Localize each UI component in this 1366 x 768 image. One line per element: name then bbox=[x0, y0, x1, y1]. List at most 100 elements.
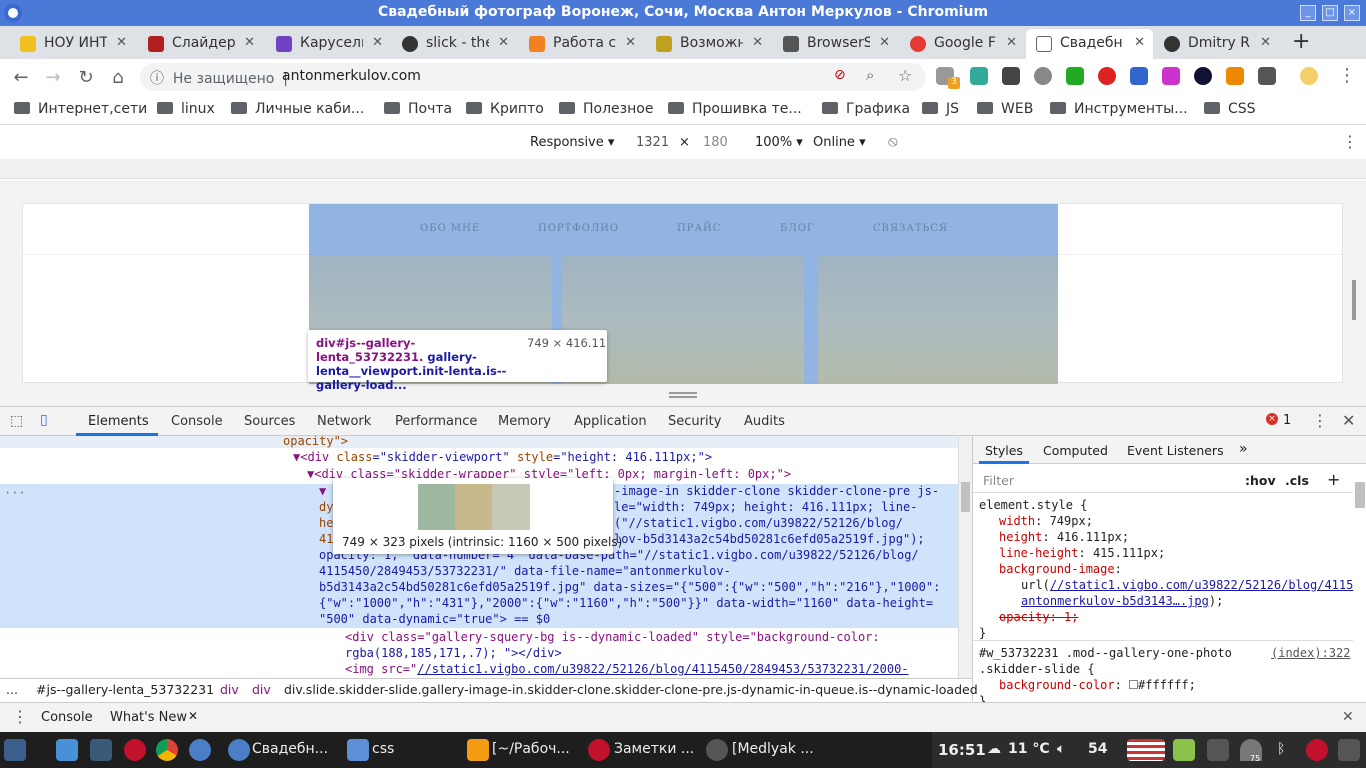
rotate-icon[interactable]: ⦸ bbox=[888, 132, 898, 150]
power-icon[interactable] bbox=[1338, 739, 1360, 761]
bookmark-folder[interactable]: Почта bbox=[384, 101, 452, 117]
device-toggle-icon[interactable]: ▯ bbox=[40, 412, 48, 428]
upload-icon[interactable] bbox=[1130, 67, 1148, 85]
devtools-close-icon[interactable]: ✕ bbox=[1342, 411, 1355, 430]
color-swatch[interactable] bbox=[1129, 680, 1139, 689]
error-icon[interactable]: × bbox=[1266, 413, 1278, 425]
resize-handle-right[interactable] bbox=[1352, 280, 1356, 320]
tab-4[interactable]: slick - the ✕ bbox=[392, 29, 517, 59]
bluetooth-icon[interactable]: ᛒ bbox=[1277, 741, 1285, 757]
chromium-icon[interactable] bbox=[189, 739, 211, 761]
crop-icon[interactable] bbox=[1226, 67, 1244, 85]
taskbar-item-editor[interactable]: [~/Рабоч... bbox=[492, 741, 570, 757]
network-drive-icon[interactable] bbox=[90, 739, 112, 761]
media-query-bar[interactable] bbox=[0, 159, 1366, 179]
tab-security[interactable]: Security bbox=[668, 414, 721, 429]
insecure-label[interactable]: ⓘ Не защищено | bbox=[150, 68, 288, 88]
tab-1[interactable]: НОУ ИНТ ✕ bbox=[10, 29, 135, 59]
color-icon[interactable] bbox=[1162, 67, 1180, 85]
tab-styles[interactable]: Styles bbox=[985, 443, 1023, 458]
bookmark-folder[interactable]: Интернет,сети bbox=[14, 101, 147, 117]
add-rule-icon[interactable]: + bbox=[1327, 470, 1340, 489]
block-icon[interactable] bbox=[1098, 67, 1116, 85]
close-tab-icon[interactable]: ✕ bbox=[116, 35, 127, 50]
kde-connect-icon[interactable] bbox=[1207, 739, 1229, 761]
close-drawer-tab-icon[interactable]: ✕ bbox=[188, 709, 198, 723]
keyboard-layout-flag-icon[interactable] bbox=[1127, 739, 1165, 761]
crumb-item-current[interactable]: div.slide.skidder-slide.gallery-image-in… bbox=[284, 682, 978, 697]
globe-icon[interactable] bbox=[1034, 67, 1052, 85]
style-prop[interactable]: background-image: bbox=[999, 562, 1122, 576]
forward-icon[interactable]: → bbox=[42, 67, 64, 88]
tab-10[interactable]: Dmitry R ✕ bbox=[1154, 29, 1279, 59]
device-menu-icon[interactable]: ⋮ bbox=[1342, 132, 1358, 151]
hov-button[interactable]: :hov bbox=[1245, 473, 1276, 488]
bookmark-folder[interactable]: CSS bbox=[1204, 101, 1256, 117]
nav-price[interactable]: ПРАЙС bbox=[677, 223, 721, 234]
cls-button[interactable]: .cls bbox=[1285, 473, 1309, 488]
tree-row[interactable]: ▼<div class="skidder-viewport" style="he… bbox=[293, 450, 712, 464]
rule-source-link[interactable]: (index):322 bbox=[1271, 646, 1350, 660]
ellipsis-icon[interactable]: ··· bbox=[4, 486, 26, 500]
cherry-tray-icon[interactable] bbox=[1306, 739, 1328, 761]
style-prop[interactable]: height: 416.111px; bbox=[999, 530, 1129, 544]
styles-scrollbar-thumb[interactable] bbox=[1355, 482, 1365, 508]
menu-icon[interactable]: ⋮ bbox=[1338, 65, 1356, 86]
crumb-item[interactable]: div bbox=[252, 682, 271, 697]
download-arrow-icon[interactable] bbox=[1066, 67, 1084, 85]
tab-audits[interactable]: Audits bbox=[744, 414, 785, 429]
volume-icon[interactable]: 🔈︎ bbox=[1057, 741, 1065, 757]
tree-row[interactable]: <div class="gallery-squery-bg is--dynami… bbox=[345, 630, 880, 644]
chart-icon[interactable] bbox=[970, 67, 988, 85]
height-input[interactable]: 180 bbox=[703, 135, 728, 150]
nav-portfolio[interactable]: ПОРТФОЛИО bbox=[538, 223, 619, 234]
address-bar[interactable]: ⓘ Не защищено | antonmerkulov.com ⊘ ⌕ ☆ bbox=[140, 63, 926, 91]
tab-console[interactable]: Console bbox=[171, 414, 223, 429]
close-icon[interactable]: × bbox=[1344, 5, 1360, 21]
style-prop[interactable]: width: 749px; bbox=[999, 514, 1093, 528]
download-icon[interactable] bbox=[1194, 67, 1212, 85]
style-prop-overridden[interactable]: opacity: 1; bbox=[999, 610, 1078, 624]
tab-7[interactable]: BrowserS ✕ bbox=[773, 29, 898, 59]
tab-network[interactable]: Network bbox=[317, 414, 371, 429]
zoom-select[interactable]: 100% ▾ bbox=[755, 135, 803, 150]
reload-icon[interactable]: ↻ bbox=[75, 67, 97, 88]
taskbar-item-files[interactable]: css bbox=[372, 741, 394, 757]
close-tab-icon[interactable]: ✕ bbox=[752, 35, 763, 50]
gallery-photo[interactable] bbox=[818, 256, 1058, 384]
new-tab-icon[interactable]: + bbox=[1292, 29, 1310, 54]
close-tab-icon[interactable]: ✕ bbox=[1006, 35, 1017, 50]
bookmark-folder[interactable]: WEB bbox=[977, 101, 1033, 117]
tab-performance[interactable]: Performance bbox=[395, 414, 477, 429]
bookmark-folder[interactable]: Инструменты... bbox=[1050, 101, 1188, 117]
tab-sources[interactable]: Sources bbox=[244, 414, 295, 429]
radio-icon[interactable] bbox=[1258, 67, 1276, 85]
tab-memory[interactable]: Memory bbox=[498, 414, 551, 429]
bookmark-star-icon[interactable]: ☆ bbox=[898, 66, 912, 85]
scrollbar-thumb[interactable] bbox=[961, 482, 970, 512]
tab-active[interactable]: Свадебн ✕ bbox=[1026, 29, 1153, 59]
tab-event-listeners[interactable]: Event Listeners bbox=[1127, 443, 1224, 458]
bookmark-folder[interactable]: Крипто bbox=[466, 101, 544, 117]
close-tab-icon[interactable]: ✕ bbox=[372, 35, 383, 50]
width-input[interactable]: 1321 bbox=[636, 135, 669, 150]
network-select[interactable]: Online ▾ bbox=[813, 135, 866, 150]
temperature[interactable]: 11 °C bbox=[1008, 741, 1050, 757]
maximize-icon[interactable]: □ bbox=[1322, 5, 1338, 21]
inspect-icon[interactable]: ⬚ bbox=[10, 413, 23, 429]
cherry-icon[interactable] bbox=[124, 739, 146, 761]
close-tab-icon[interactable]: ✕ bbox=[498, 35, 509, 50]
minimize-icon[interactable]: _ bbox=[1300, 5, 1316, 21]
tree-row[interactable]: ▼ bbox=[319, 484, 326, 498]
tree-row[interactable]: opacity"> bbox=[283, 436, 348, 448]
style-prop[interactable]: line-height: 415.111px; bbox=[999, 546, 1165, 560]
url-text[interactable]: antonmerkulov.com bbox=[282, 68, 421, 84]
bookmark-folder[interactable]: linux bbox=[157, 101, 215, 117]
tab-elements[interactable]: Elements bbox=[88, 414, 149, 429]
tab-application[interactable]: Application bbox=[574, 414, 647, 429]
nav-contact[interactable]: СВЯЗАТЬСЯ bbox=[873, 223, 948, 234]
tab-computed[interactable]: Computed bbox=[1043, 443, 1108, 458]
chrome-icon[interactable] bbox=[156, 739, 178, 761]
close-tab-icon[interactable]: ✕ bbox=[244, 35, 255, 50]
style-prop[interactable]: background-color: #ffffff; bbox=[999, 678, 1196, 692]
